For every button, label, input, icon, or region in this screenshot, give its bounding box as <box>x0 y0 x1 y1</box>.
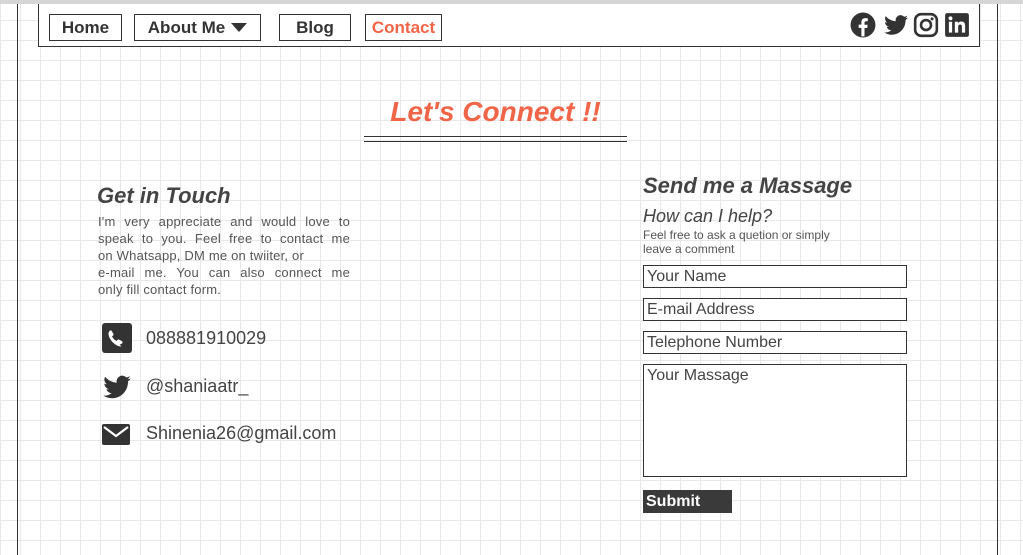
text-line: on Whatsapp, DM me on twiiter, or <box>98 248 305 263</box>
phone-number: 088881910029 <box>146 328 267 348</box>
linkedin-icon[interactable] <box>944 12 970 38</box>
message-textarea[interactable]: Your Massage <box>643 364 907 477</box>
text-line: e-mail me. You can also connect me <box>98 265 350 280</box>
get-in-touch-text: I'm very appreciate and would love to sp… <box>98 213 350 298</box>
text-line: speak to you. Feel free to contact me <box>98 231 350 246</box>
form-note-line: leave a comment <box>643 242 735 256</box>
twitter-handle: @shaniaatr_ <box>146 376 249 396</box>
submit-button[interactable]: Submit <box>643 490 732 513</box>
instagram-icon[interactable] <box>913 12 939 38</box>
twitter-icon[interactable] <box>883 12 909 38</box>
email-input[interactable]: E-mail Address <box>643 298 907 321</box>
email-icon <box>102 424 130 445</box>
email-address: Shinenia26@gmail.com <box>146 423 337 443</box>
nav-home-button[interactable]: Home <box>49 14 122 41</box>
title-divider <box>364 136 627 142</box>
text-line: only fill contact form. <box>98 282 222 297</box>
navbar: Home About Me Blog Contact <box>38 4 980 47</box>
get-in-touch-heading: Get in Touch <box>97 183 231 208</box>
form-note-line: Feel free to ask a quetion or simply <box>643 228 830 242</box>
facebook-icon[interactable] <box>850 12 876 38</box>
nav-contact-button[interactable]: Contact <box>365 14 442 41</box>
phone-icon <box>102 323 132 353</box>
chevron-down-icon <box>231 23 248 32</box>
form-heading: Send me a Massage <box>643 173 853 198</box>
twitter-icon <box>103 375 131 399</box>
telephone-input[interactable]: Telephone Number <box>643 331 907 354</box>
name-input[interactable]: Your Name <box>643 265 907 288</box>
text-line: I'm very appreciate and would love to <box>98 214 350 229</box>
form-note: Feel free to ask a quetion or simply lea… <box>643 228 830 256</box>
page-title: Let's Connect !! <box>390 96 601 127</box>
nav-about-button[interactable]: About Me <box>134 14 261 41</box>
nav-blog-button[interactable]: Blog <box>279 14 351 41</box>
form-subheading: How can I help? <box>643 206 773 226</box>
nav-about-label: About Me <box>147 17 226 37</box>
